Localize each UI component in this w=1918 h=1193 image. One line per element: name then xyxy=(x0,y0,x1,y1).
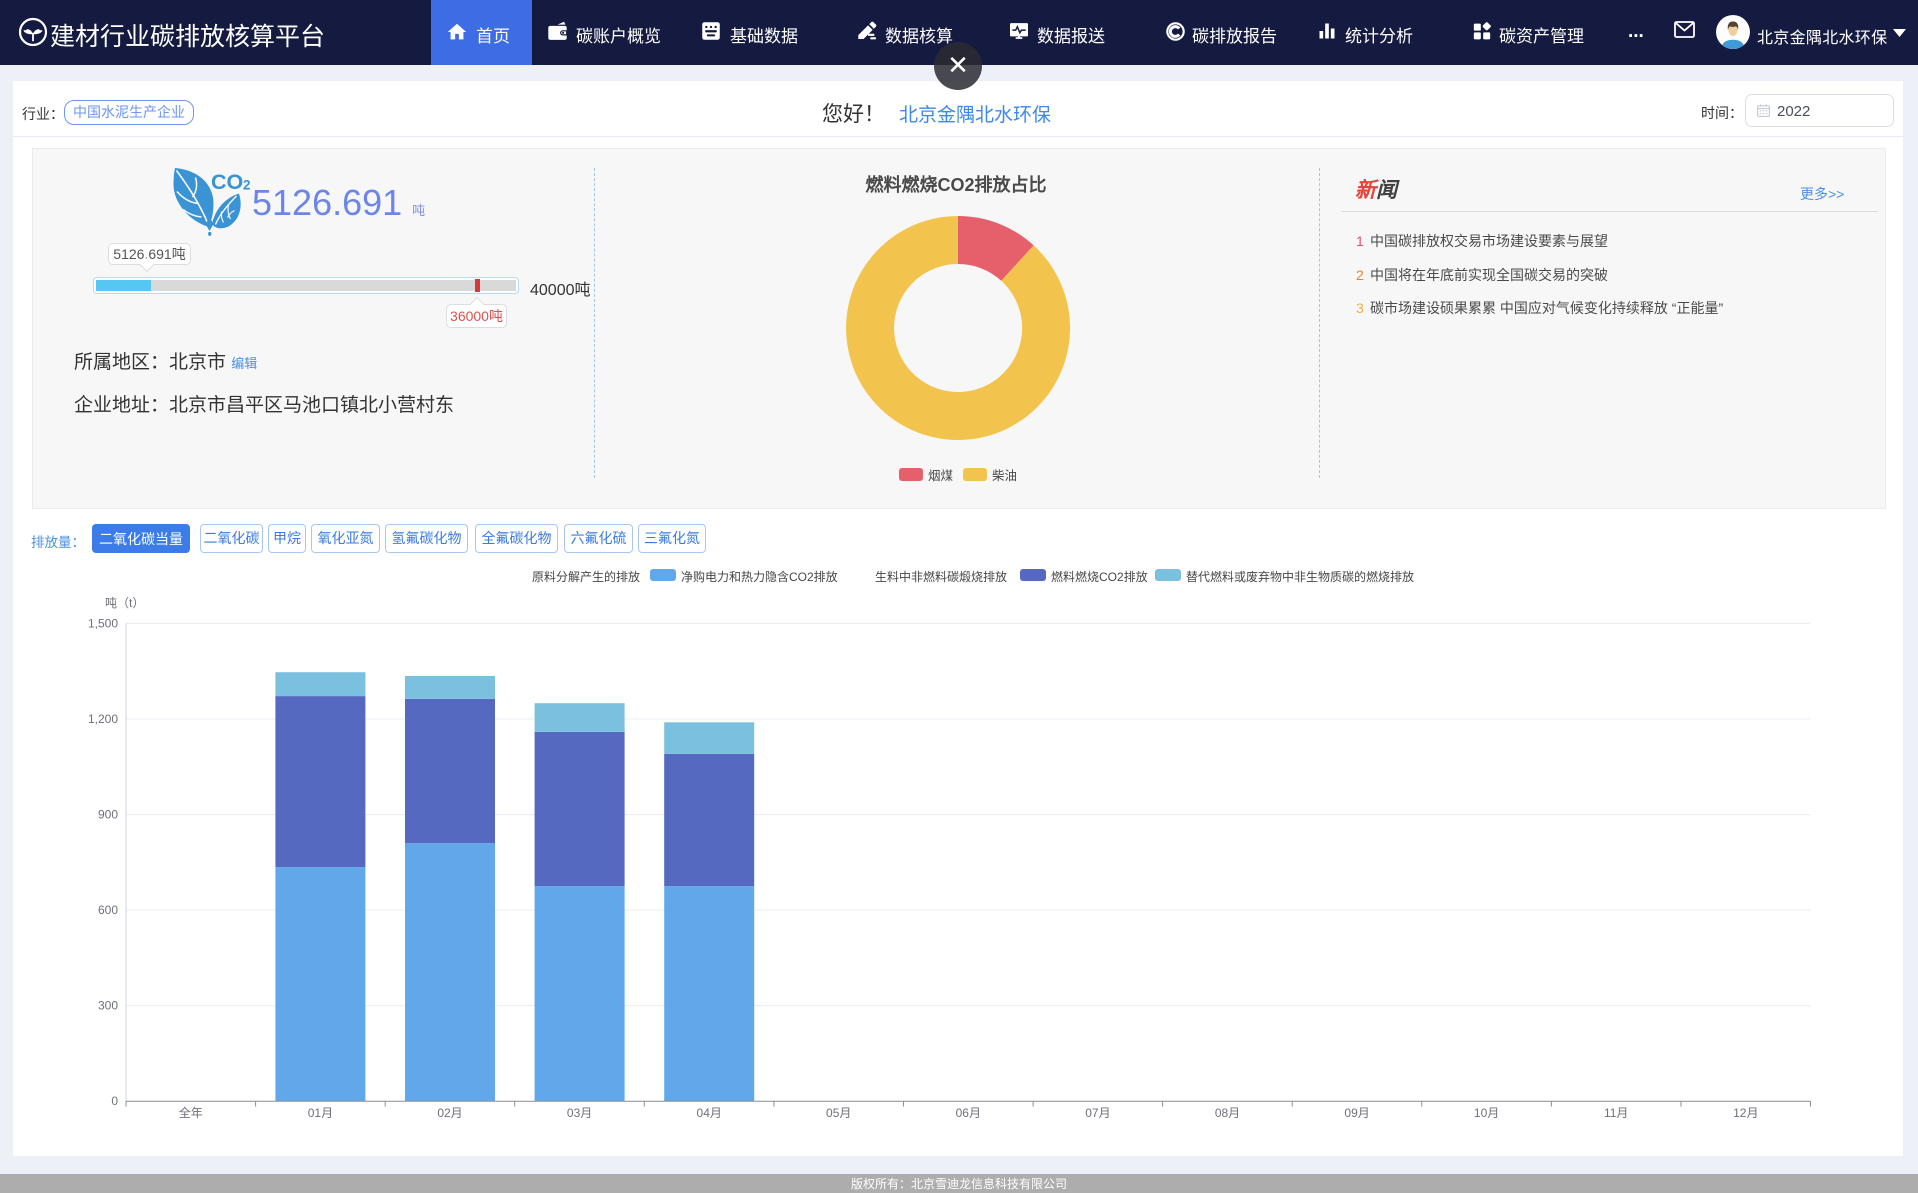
svg-text:12月: 12月 xyxy=(1733,1106,1758,1120)
svg-text:10月: 10月 xyxy=(1474,1106,1499,1120)
svg-text:02月: 02月 xyxy=(437,1106,462,1120)
svg-text:08月: 08月 xyxy=(1215,1106,1240,1120)
svg-text:吨（t）: 吨（t） xyxy=(105,596,144,610)
svg-text:11月: 11月 xyxy=(1604,1106,1628,1120)
svg-text:09月: 09月 xyxy=(1344,1106,1369,1120)
svg-text:1,200: 1,200 xyxy=(88,712,118,726)
svg-text:07月: 07月 xyxy=(1085,1106,1110,1120)
svg-text:01月: 01月 xyxy=(308,1106,333,1120)
svg-text:06月: 06月 xyxy=(956,1106,981,1120)
svg-text:0: 0 xyxy=(111,1094,118,1108)
svg-text:2: 2 xyxy=(243,178,251,193)
svg-text:900: 900 xyxy=(98,808,118,822)
svg-text:CO: CO xyxy=(211,170,243,194)
svg-text:04月: 04月 xyxy=(697,1106,722,1120)
svg-text:03月: 03月 xyxy=(567,1106,592,1120)
svg-text:05月: 05月 xyxy=(826,1106,851,1120)
svg-text:1,500: 1,500 xyxy=(88,616,118,630)
svg-text:300: 300 xyxy=(98,999,118,1013)
svg-text:全年: 全年 xyxy=(179,1105,203,1120)
svg-text:600: 600 xyxy=(98,903,118,917)
